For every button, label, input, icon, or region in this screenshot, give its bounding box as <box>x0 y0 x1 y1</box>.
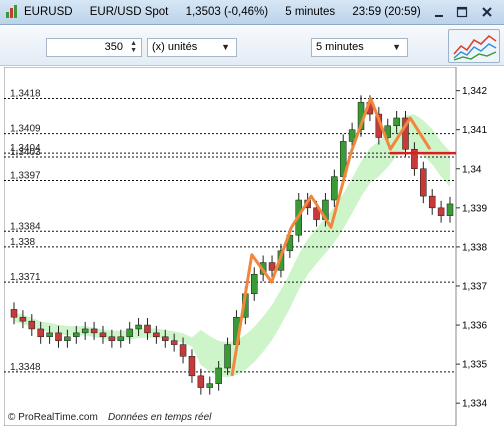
axis-tick-label: 1,341 <box>462 125 487 136</box>
candle-body <box>117 336 125 341</box>
candle-body <box>393 117 400 127</box>
close-icon <box>482 7 492 17</box>
footer-brand: © ProRealTime.com <box>8 412 98 423</box>
spinner-arrows-icon[interactable]: ▲ ▼ <box>130 40 137 54</box>
candle-body <box>268 262 276 271</box>
chevron-down-icon: ▼ <box>392 42 401 52</box>
window-title: EURUSD EUR/USD Spot 1,3503 (-0,46%) 5 mi… <box>24 6 435 18</box>
minimize-button[interactable] <box>431 4 447 20</box>
candle-body <box>170 340 178 345</box>
maximize-button[interactable] <box>454 4 470 20</box>
candle-body <box>446 203 454 216</box>
candle-body <box>108 336 116 341</box>
close-button[interactable] <box>479 4 495 20</box>
candle-body <box>224 344 231 369</box>
units-select[interactable]: (x) unités ▼ <box>147 38 237 57</box>
candle-body <box>250 274 258 295</box>
units-select-value: (x) unités <box>152 41 198 53</box>
quantity-value: 350 <box>104 41 123 53</box>
axis-tick-label: 1,337 <box>462 281 487 292</box>
candle-body <box>135 324 142 330</box>
title-bar: EURUSD EUR/USD Spot 1,3503 (-0,46%) 5 mi… <box>0 0 504 25</box>
price-level-label: 1,338 <box>10 237 35 248</box>
chevron-down-icon: ▼ <box>221 42 230 52</box>
candle-body <box>19 316 27 322</box>
candle-body <box>162 336 169 341</box>
candle-body <box>153 332 160 338</box>
candle-body <box>206 383 214 388</box>
axis-tick-label: 1,342 <box>462 86 487 97</box>
candle-body <box>37 328 44 338</box>
indicator-chart-icon <box>453 34 497 61</box>
instrument-label: EUR/USD Spot <box>89 6 169 18</box>
price-level-label: 1,3384 <box>10 221 41 232</box>
candle-body <box>64 336 71 341</box>
candle-body <box>46 332 53 338</box>
app-chart-icon <box>6 5 20 19</box>
chart-toolbar: 350 ▲ ▼ (x) unités ▼ 5 minutes ▼ <box>0 26 504 66</box>
candle-body <box>90 328 98 334</box>
price-level-label: 1,3348 <box>10 362 41 373</box>
period-select[interactable]: 5 minutes ▼ <box>311 38 408 57</box>
candle-body <box>428 195 436 209</box>
candle-body <box>420 168 427 197</box>
axis-tick-label: 1,335 <box>462 360 487 371</box>
indicators-button[interactable] <box>448 29 500 63</box>
minimize-icon <box>435 15 443 17</box>
axis-tick-label: 1,334 <box>462 399 487 410</box>
candle-body <box>99 332 107 338</box>
candle-body <box>28 320 36 330</box>
candle-body <box>197 375 205 388</box>
candle-body <box>179 344 187 357</box>
price-level-label: 1,3409 <box>10 124 41 135</box>
axis-tick-label: 1,34 <box>462 164 482 175</box>
candle-body <box>126 328 133 338</box>
candle-body <box>331 176 338 201</box>
candle-body <box>81 328 89 334</box>
price-change-label: 1,3503 (-0,46%) <box>185 6 269 18</box>
maximize-icon <box>456 6 468 18</box>
symbol-label: EURUSD <box>24 6 73 18</box>
price-level-label: 1,3371 <box>10 272 41 283</box>
candle-body <box>10 309 18 318</box>
candle-body <box>144 324 151 334</box>
price-level-label: 1,3403 <box>10 147 41 158</box>
axis-tick-label: 1,338 <box>462 242 487 253</box>
period-select-value: 5 minutes <box>316 41 364 53</box>
price-level-label: 1,3397 <box>10 170 41 181</box>
price-chart[interactable]: 1,3418 1,3409 1,3404 1,3403 1,3397 1,3384 1,33… <box>4 67 504 426</box>
time-range-label: 23:59 (20:59) <box>352 6 421 18</box>
axis-tick-label: 1,339 <box>462 203 487 214</box>
candle-body <box>73 332 80 338</box>
candle-body <box>437 207 445 216</box>
candle-body <box>215 367 222 384</box>
chart-canvas[interactable]: 1,34181,34091,34041,34031,33971,33841,33… <box>4 67 504 426</box>
axis-tick-label: 1,336 <box>462 321 487 332</box>
footer-note: Données en temps réel <box>108 412 212 423</box>
price-level-label: 1,3418 <box>10 88 41 99</box>
candle-body <box>55 332 62 341</box>
candle-body <box>188 356 196 377</box>
quantity-stepper[interactable]: 350 ▲ ▼ <box>46 38 142 57</box>
timeframe-label: 5 minutes <box>285 6 336 18</box>
